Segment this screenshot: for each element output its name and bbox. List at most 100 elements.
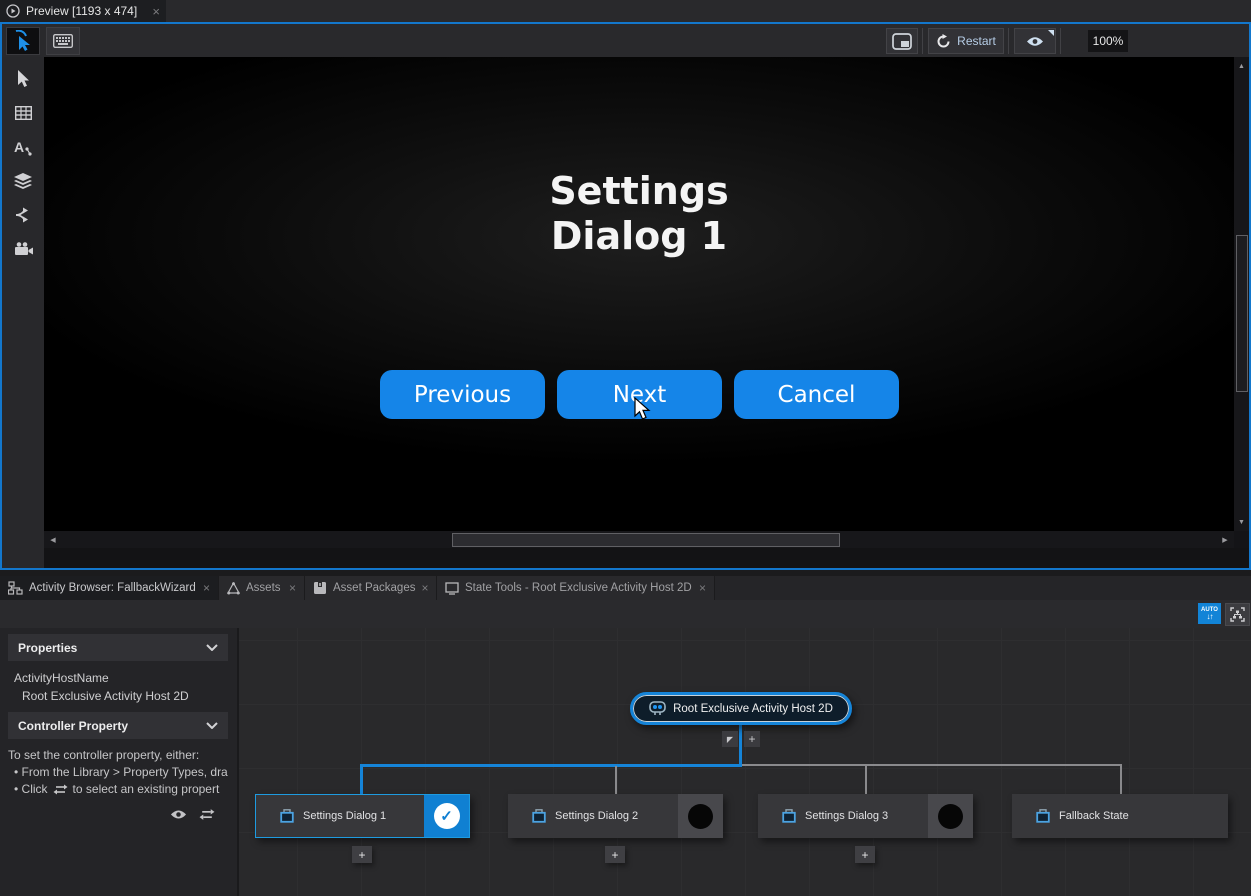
assets-icon	[227, 582, 240, 595]
auto-arrows-icon: ↓↑	[1207, 613, 1213, 621]
restart-button[interactable]: Restart	[928, 28, 1004, 54]
display-icon	[445, 582, 459, 595]
properties-panel: Properties ActivityHostName Root Exclusi…	[0, 628, 239, 896]
root-node-label: Root Exclusive Activity Host 2D	[673, 703, 833, 715]
close-icon[interactable]: ×	[152, 5, 160, 18]
state-node-settings-dialog-1[interactable]: Settings Dialog 1 ✓	[255, 794, 470, 838]
add-transition-button[interactable]: +	[605, 846, 625, 863]
tab-state-tools[interactable]: State Tools - Root Exclusive Activity Ho…	[437, 576, 715, 600]
property-value-label: Root Exclusive Activity Host 2D	[22, 689, 189, 703]
state-circle-icon	[938, 804, 963, 829]
scroll-up-icon[interactable]: ▲	[1234, 59, 1249, 73]
tab-label: Assets	[246, 582, 281, 594]
interact-tool-button[interactable]	[6, 27, 40, 55]
hierarchy-icon	[8, 581, 23, 595]
hint-text: • Click	[14, 782, 48, 796]
activity-host-icon	[649, 701, 666, 716]
state-node-label: Fallback State	[1059, 810, 1129, 822]
text-node-tool-button[interactable]: A	[7, 133, 39, 161]
connector-horizontal-gray	[742, 764, 1122, 766]
close-icon[interactable]: ×	[421, 582, 428, 595]
toolbar-separator	[1008, 28, 1009, 54]
chevron-down-icon	[206, 644, 218, 651]
layers-tool-button[interactable]	[7, 167, 39, 195]
keyboard-icon	[53, 34, 73, 48]
vertical-scroll-thumb[interactable]	[1236, 235, 1248, 392]
auto-layout-button[interactable]: AUTO ↓↑	[1198, 603, 1221, 624]
state-graph-canvas[interactable]: Root Exclusive Activity Host 2D ◤ + Sett…	[239, 628, 1251, 896]
state-circle-icon	[688, 804, 713, 829]
scrollbar-corner	[1234, 531, 1249, 548]
cursor-arrow-icon	[16, 70, 30, 88]
preview-dialog-title: Settings Dialog 1	[44, 169, 1234, 259]
controller-property-section-header[interactable]: Controller Property	[8, 712, 228, 739]
tab-preview[interactable]: Preview [1193 x 474] ×	[0, 0, 166, 22]
dialog-icon	[280, 809, 294, 823]
connector-horizontal-blue	[360, 764, 742, 767]
grid-tool-button[interactable]	[7, 99, 39, 127]
preview-window-button[interactable]	[886, 28, 918, 54]
state-node-settings-dialog-2[interactable]: Settings Dialog 2	[508, 794, 723, 838]
branch-tool-button[interactable]	[7, 201, 39, 229]
select-tool-button[interactable]	[7, 65, 39, 93]
horizontal-scroll-thumb[interactable]	[452, 533, 840, 547]
toolbar-separator	[1060, 28, 1061, 54]
close-icon[interactable]: ×	[699, 582, 706, 595]
tab-label: State Tools - Root Exclusive Activity Ho…	[465, 582, 692, 594]
section-title: Properties	[18, 641, 77, 655]
swap-property-icon	[53, 784, 68, 795]
tab-label: Asset Packages	[333, 582, 415, 594]
cancel-button[interactable]: Cancel	[734, 370, 899, 419]
previous-button[interactable]: Previous	[380, 370, 545, 419]
svg-text:A: A	[14, 139, 24, 155]
tab-activity-browser[interactable]: Activity Browser: FallbackWizard ×	[0, 576, 219, 600]
connector-root-stem	[739, 725, 742, 764]
dropdown-corner-icon	[1048, 30, 1054, 36]
grid-icon	[15, 106, 32, 120]
swap-property-icon[interactable]	[199, 808, 215, 821]
tab-assets[interactable]: Assets ×	[219, 576, 305, 600]
add-transition-button[interactable]: +	[855, 846, 875, 863]
inactive-state-indicator[interactable]	[928, 794, 973, 838]
scroll-left-icon[interactable]: ◀	[46, 531, 60, 548]
keyboard-tool-button[interactable]	[46, 27, 80, 55]
add-child-button[interactable]: +	[744, 731, 760, 747]
check-icon: ✓	[434, 803, 460, 829]
scroll-down-icon[interactable]: ▼	[1234, 515, 1249, 529]
state-node-label: Settings Dialog 1	[303, 810, 386, 822]
camera-icon	[14, 242, 33, 256]
property-action-buttons	[170, 808, 215, 821]
preview-horizontal-scrollbar[interactable]: ◀ ▶	[44, 531, 1234, 548]
tab-preview-label: Preview [1193 x 474]	[26, 4, 137, 18]
close-icon[interactable]: ×	[289, 582, 296, 595]
scroll-right-icon[interactable]: ▶	[1218, 531, 1232, 548]
root-activity-host-node[interactable]: Root Exclusive Activity Host 2D	[630, 692, 852, 725]
toolbar-separator	[922, 28, 923, 54]
preview-viewport[interactable]: Settings Dialog 1 Previous Next Cancel	[44, 57, 1234, 531]
properties-section-header[interactable]: Properties	[8, 634, 228, 661]
zoom-value-field[interactable]: 100%	[1088, 30, 1128, 52]
state-node-label: Settings Dialog 3	[805, 810, 888, 822]
preview-toolbar: Restart 100%	[2, 24, 1249, 57]
bottom-tab-bar: Activity Browser: FallbackWizard × Asset…	[0, 576, 1251, 600]
state-tools-toolbar: AUTO ↓↑	[0, 600, 1251, 628]
dialog-icon	[532, 809, 546, 823]
package-icon	[313, 581, 327, 595]
state-node-fallback-state[interactable]: Fallback State	[1012, 794, 1228, 838]
state-node-settings-dialog-3[interactable]: Settings Dialog 3	[758, 794, 973, 838]
inactive-state-indicator[interactable]	[678, 794, 723, 838]
restart-label: Restart	[957, 34, 996, 48]
add-transition-button[interactable]: +	[352, 846, 372, 863]
monitor-icon	[892, 33, 912, 50]
visibility-dropdown-button[interactable]	[1014, 28, 1056, 54]
preview-vertical-scrollbar[interactable]: ▲ ▼	[1234, 57, 1249, 531]
connector-drop-dialog2	[615, 766, 617, 794]
camera-tool-button[interactable]	[7, 235, 39, 263]
connector-drop-dialog3	[865, 766, 867, 794]
fit-to-view-button[interactable]	[1225, 603, 1250, 626]
close-icon[interactable]: ×	[203, 582, 210, 595]
eye-icon[interactable]	[170, 809, 187, 820]
collapse-children-button[interactable]: ◤	[722, 731, 738, 747]
tab-asset-packages[interactable]: Asset Packages ×	[305, 576, 437, 600]
active-state-indicator[interactable]: ✓	[424, 795, 469, 837]
